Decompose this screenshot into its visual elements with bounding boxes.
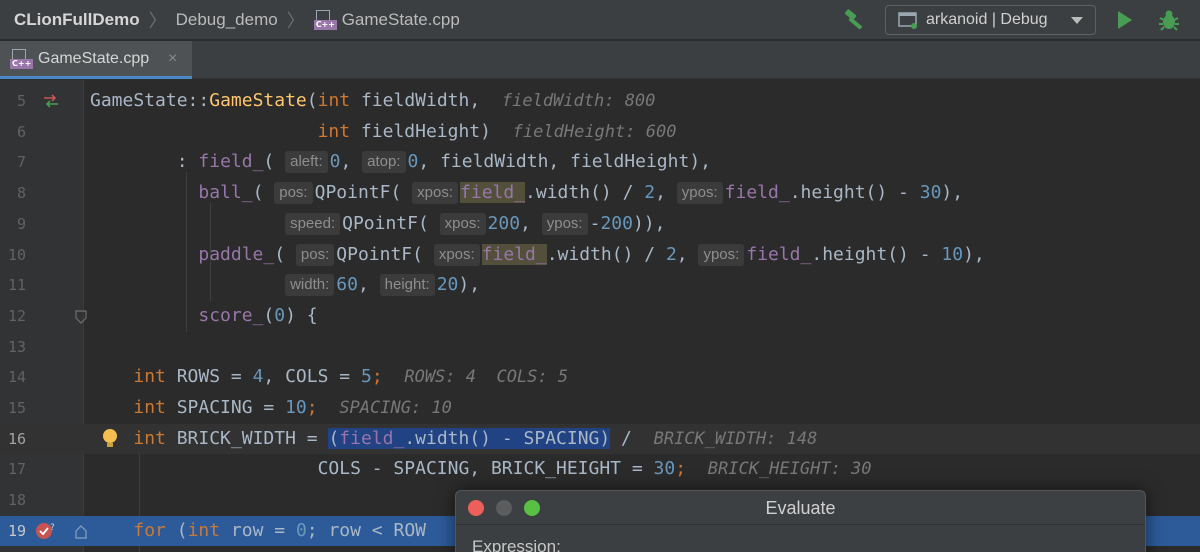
- code-line: 9 speed: QPointF( xpos: 200, ypos: -200)),: [0, 209, 1200, 240]
- code-text: for (int row = 0; row < ROW: [133, 519, 426, 541]
- configuration-window-icon: [898, 12, 917, 29]
- line-number: 6: [16, 122, 26, 141]
- code-text: GameState::GameState(int fieldWidth, fie…: [90, 90, 656, 111]
- breadcrumb-separator: 〉: [148, 10, 167, 31]
- parameter-hint: atop:: [362, 151, 406, 174]
- code-text: int fieldHeight) fieldHeight: 600: [317, 120, 677, 142]
- build-hammer-icon[interactable]: [841, 7, 867, 33]
- fold-icon[interactable]: [75, 310, 87, 324]
- breadcrumb-separator: 〉: [286, 10, 305, 31]
- parameter-hint: xpos:: [433, 243, 480, 266]
- code-text: int SPACING = 10; SPACING: 10: [133, 397, 452, 418]
- expression-label: Expression:: [472, 537, 561, 552]
- editor-tab-bar: C++ GameState.cpp ×: [0, 41, 1200, 79]
- line-number: 14: [7, 368, 26, 387]
- debug-bug-icon[interactable]: [1156, 7, 1182, 33]
- line-number: 10: [7, 245, 26, 264]
- parameter-hint: pos:: [295, 243, 335, 266]
- parameter-hint: ypos:: [541, 212, 588, 235]
- line-number: 5: [16, 92, 26, 110]
- code-line: 8 ball_( pos: QPointF( xpos: field_.width(…: [0, 178, 1200, 209]
- run-configuration-selector[interactable]: arkanoid | Debug: [885, 5, 1096, 35]
- code-line: 13: [0, 332, 1200, 363]
- code-text: : field_( aleft: 0, atop: 0, fieldWidth, f…: [176, 151, 711, 174]
- breadcrumb: CLionFullDemo 〉 Debug_demo 〉 C++ GameSta…: [0, 0, 460, 39]
- close-icon[interactable]: ×: [168, 50, 177, 68]
- parameter-hint: ypos:: [676, 182, 723, 205]
- code-line: 5 GameState::GameState(int fieldWidth, f…: [0, 86, 1200, 117]
- line-number: 15: [7, 399, 26, 417]
- parameter-hint: xpos:: [439, 212, 486, 235]
- parameter-hint: width:: [285, 274, 335, 297]
- inlay-value-hint: fieldWidth: 800: [501, 91, 656, 111]
- dialog-title-bar[interactable]: Evaluate: [456, 491, 1145, 525]
- code-line-current: 16 int BRICK_WIDTH = (field_.width() - S…: [0, 423, 1200, 455]
- line-number: 7: [16, 153, 26, 172]
- run-configuration-label: arkanoid | Debug: [926, 11, 1048, 28]
- code-text: paddle_( pos: QPointF( xpos: field_.width(…: [198, 243, 985, 266]
- selected-expression[interactable]: (field_.width() - SPACING): [328, 427, 611, 449]
- inlay-value-hint: BRICK_WIDTH: 148: [653, 428, 818, 449]
- navigation-bar: CLionFullDemo 〉 Debug_demo 〉 C++ GameSta…: [0, 0, 1200, 40]
- code-text: int BRICK_WIDTH = (field_.width() - SPAC…: [133, 427, 818, 449]
- parameter-hint: aleft:: [285, 151, 328, 174]
- toolbar: arkanoid | Debug: [841, 0, 1200, 40]
- code-line: 11 width: 60, height: 20),: [0, 270, 1200, 301]
- cpp-file-icon: C++: [313, 9, 337, 30]
- code-text: width: 60, height: 20),: [90, 270, 480, 301]
- code-line: 15 int SPACING = 10; SPACING: 10: [0, 393, 1200, 424]
- tab-gamestate-cpp[interactable]: C++ GameState.cpp ×: [0, 41, 192, 79]
- code-line: 17 COLS - SPACING, BRICK_HEIGHT = 30; BR…: [0, 454, 1200, 485]
- code-text: score_(0) {: [198, 304, 318, 326]
- parameter-hint: ypos:: [698, 243, 745, 266]
- line-number: 16: [7, 429, 26, 448]
- inlay-value-hint: SPACING: 10: [339, 398, 452, 418]
- code-line: 14 int ROWS = 4, COLS = 5; ROWS: 4 COLS:…: [0, 362, 1200, 393]
- fold-icon[interactable]: [75, 524, 87, 539]
- line-number: 12: [7, 306, 26, 325]
- breadcrumb-file[interactable]: GameState.cpp: [342, 10, 460, 30]
- line-number: 18: [7, 491, 26, 510]
- parameter-hint: pos:: [274, 182, 313, 205]
- chevron-down-icon: [1071, 17, 1083, 24]
- cpp-file-icon: C++: [10, 48, 34, 69]
- line-number: 8: [16, 184, 26, 203]
- code-line: 7 : field_( aleft: 0, atop: 0, fieldWidth,…: [0, 147, 1200, 178]
- code-text: COLS - SPACING, BRICK_HEIGHT = 30; BRICK…: [317, 458, 872, 480]
- inlay-value-hint: fieldHeight: 600: [512, 121, 677, 142]
- code-text: int ROWS = 4, COLS = 5; ROWS: 4 COLS: 5: [133, 366, 569, 388]
- code-line: 12 score_(0) {: [0, 301, 1200, 332]
- code-text: ball_( pos: QPointF( xpos: field_.width() …: [198, 182, 964, 205]
- code-line: 10 paddle_( pos: QPointF( xpos: field_.wid…: [0, 240, 1200, 271]
- inlay-value-hint: BRICK_HEIGHT: 30: [707, 459, 872, 480]
- line-number: 17: [7, 460, 26, 479]
- code-editor[interactable]: 5 GameState::GameState(int fieldWidth, f…: [0, 80, 1200, 552]
- code-line: 6 int fieldHeight) fieldHeight: 600: [0, 117, 1200, 148]
- code-text: speed: QPointF( xpos: 200, ypos: -200)),: [90, 209, 665, 240]
- breadcrumb-folder[interactable]: Debug_demo: [176, 10, 278, 30]
- inlay-value-hint: ROWS: 4 COLS: 5: [404, 367, 569, 388]
- svg-text:?: ?: [50, 523, 55, 533]
- tab-label: GameState.cpp: [38, 49, 150, 67]
- breadcrumb-project[interactable]: CLionFullDemo: [14, 10, 140, 30]
- parameter-hint: speed:: [285, 212, 341, 235]
- navigate-declaration-icon[interactable]: [42, 94, 60, 108]
- parameter-hint: height:: [379, 274, 435, 297]
- breakpoint-icon[interactable]: ?: [35, 521, 57, 541]
- dialog-title: Evaluate: [765, 498, 836, 518]
- parameter-hint: xpos:: [412, 182, 459, 205]
- evaluate-dialog: Evaluate Expression:: [455, 490, 1146, 552]
- line-number: 13: [7, 337, 26, 356]
- line-number: 11: [7, 276, 26, 295]
- run-play-icon[interactable]: [1118, 11, 1132, 29]
- line-number: 19: [7, 521, 26, 540]
- line-number: 9: [16, 214, 26, 233]
